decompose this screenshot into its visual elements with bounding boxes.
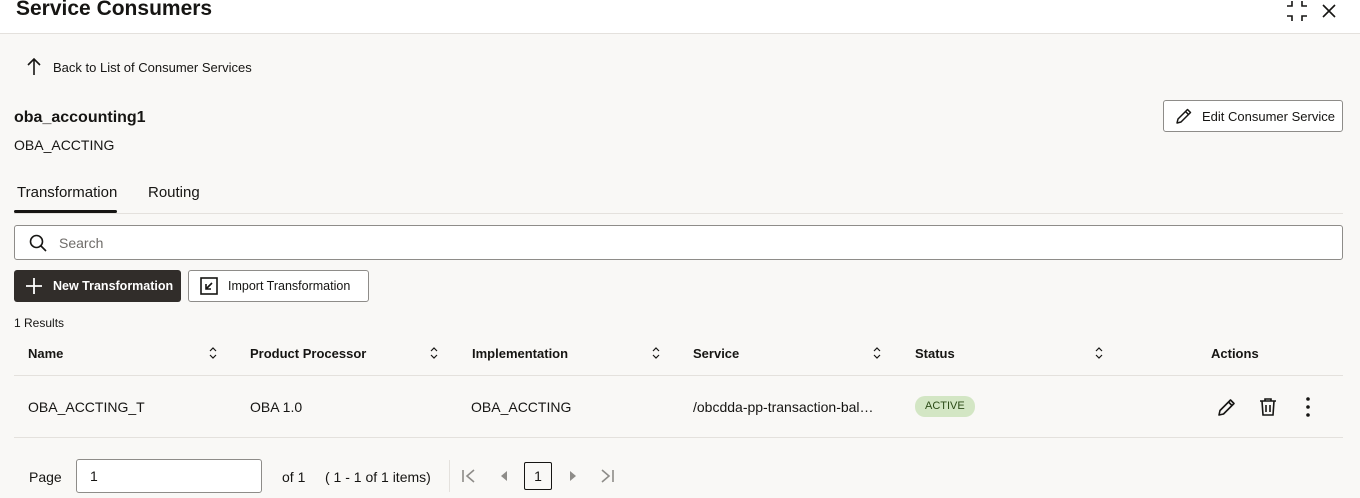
page-title: Service Consumers: [16, 0, 213, 20]
transformations-table: Name Product Processor Implementation Se…: [14, 336, 1343, 438]
tab-transformation[interactable]: Transformation: [17, 184, 117, 201]
sort-icon[interactable]: [429, 346, 439, 360]
column-header-implementation: Implementation: [472, 346, 569, 361]
search-input[interactable]: [59, 230, 1329, 255]
header-bar: Service Consumers: [0, 0, 1360, 34]
column-header-name: Name: [28, 346, 64, 361]
table-header: Name Product Processor Implementation Se…: [14, 336, 1343, 376]
next-page-icon[interactable]: [564, 467, 582, 485]
column-header-service: Service: [693, 346, 740, 361]
tab-bar: Transformation Routing: [14, 175, 1343, 214]
sort-icon[interactable]: [1094, 346, 1104, 360]
sort-icon[interactable]: [651, 346, 661, 360]
table-row[interactable]: OBA_ACCTING_T OBA 1.0 OBA_ACCTING /obcdd…: [14, 376, 1343, 438]
pager-divider: [449, 460, 450, 492]
arrow-up-icon: [27, 57, 41, 75]
trash-icon[interactable]: [1257, 396, 1279, 418]
tab-selected-indicator: [14, 210, 117, 213]
import-transformation-button[interactable]: Import Transformation: [188, 270, 369, 302]
new-button-label: New Transformation: [53, 279, 174, 293]
cell-implementation: OBA_ACCTING: [471, 399, 572, 415]
back-link-label: Back to List of Consumer Services: [53, 59, 252, 75]
pencil-icon[interactable]: [1216, 396, 1238, 418]
cell-name: OBA_ACCTING_T: [28, 399, 145, 415]
pencil-icon: [1176, 108, 1192, 124]
sort-icon[interactable]: [872, 346, 882, 360]
cell-product-processor: OBA 1.0: [250, 399, 303, 415]
column-header-actions: Actions: [1211, 346, 1259, 361]
prev-page-icon[interactable]: [495, 467, 513, 485]
new-transformation-button[interactable]: New Transformation: [14, 270, 181, 302]
column-header-status: Status: [915, 346, 955, 361]
pagination: Page of 1 ( 1 - 1 of 1 items) 1: [14, 458, 1343, 496]
page-range-label: ( 1 - 1 of 1 items): [325, 469, 431, 485]
edit-button-label: Edit Consumer Service: [1202, 108, 1335, 124]
page-number-input[interactable]: [76, 459, 262, 493]
maximize-icon[interactable]: [1286, 0, 1308, 22]
column-header-product-processor: Product Processor: [250, 346, 367, 361]
import-button-label: Import Transformation: [228, 279, 351, 293]
back-link[interactable]: Back to List of Consumer Services: [26, 57, 252, 77]
search-icon: [29, 234, 47, 252]
tab-routing[interactable]: Routing: [148, 184, 200, 201]
import-icon: [200, 277, 218, 295]
plus-icon: [26, 278, 42, 294]
record-name: oba_accounting1: [14, 109, 146, 126]
current-page-button[interactable]: 1: [524, 462, 552, 490]
close-icon[interactable]: [1320, 2, 1338, 20]
results-count: 1 Results: [14, 316, 65, 330]
sort-icon[interactable]: [208, 346, 218, 360]
status-badge: ACTIVE: [915, 396, 975, 417]
first-page-icon[interactable]: [460, 467, 478, 485]
more-vertical-icon[interactable]: [1297, 396, 1319, 418]
cell-service: /obcdda-pp-transaction-bal…: [693, 399, 874, 415]
search-field[interactable]: [14, 225, 1343, 260]
page-label: Page: [29, 469, 62, 485]
last-page-icon[interactable]: [598, 467, 616, 485]
record-code: OBA_ACCTING: [14, 137, 115, 153]
page-of-label: of 1: [282, 469, 306, 485]
edit-consumer-service-button[interactable]: Edit Consumer Service: [1163, 100, 1343, 132]
